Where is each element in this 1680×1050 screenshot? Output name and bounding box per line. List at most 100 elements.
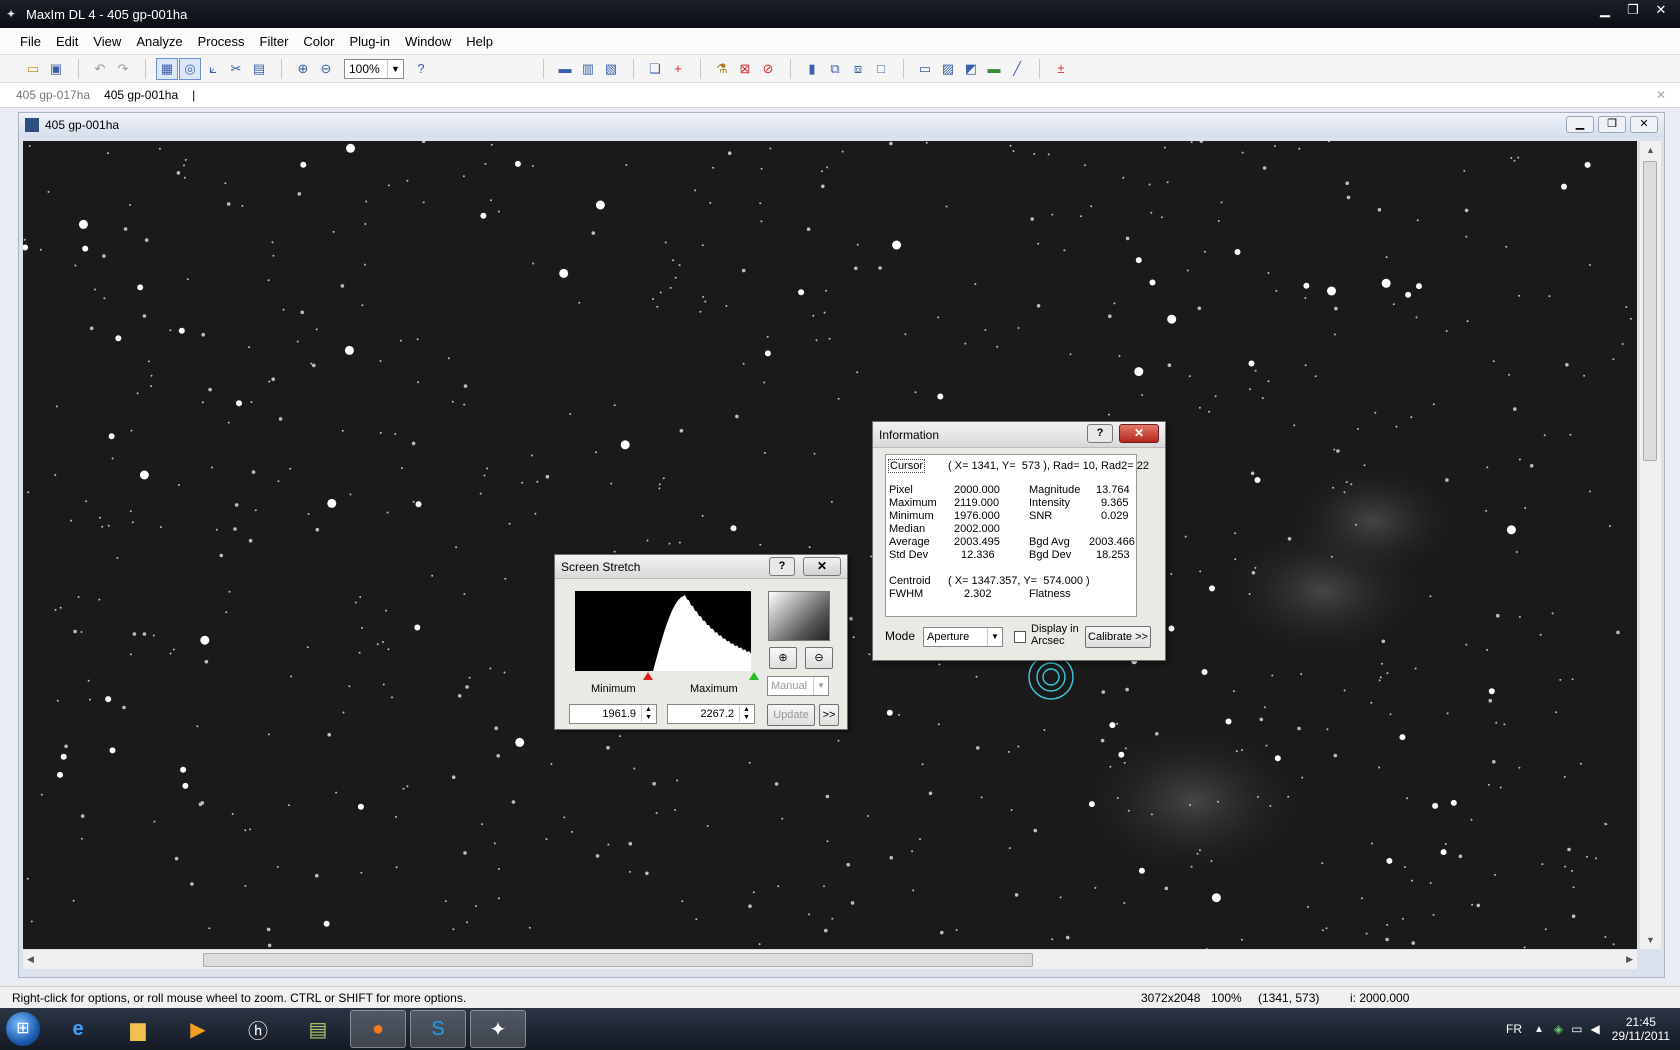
redo-icon[interactable]: ↷	[112, 58, 134, 80]
expand-button[interactable]: >>	[819, 704, 839, 726]
maxim-dl-icon[interactable]: ✦	[470, 1010, 526, 1048]
image-canvas[interactable]	[23, 141, 1637, 949]
maximize-button[interactable]: ❐	[1620, 0, 1646, 20]
child-minimize-button[interactable]: ▁	[1566, 116, 1594, 133]
help-button[interactable]: ?	[769, 557, 795, 576]
copy-icon[interactable]: ❏	[644, 58, 666, 80]
align-icon[interactable]: ⧉	[824, 58, 846, 80]
scroll-down-icon[interactable]: ▼	[1646, 935, 1655, 945]
menu-window[interactable]: Window	[405, 34, 451, 49]
file-explorer-icon[interactable]: ▆	[110, 1010, 166, 1048]
spin-arrows-icon[interactable]: ▲ ▼	[641, 706, 655, 722]
tray-expand-icon[interactable]: ▲	[1534, 1024, 1544, 1035]
horizontal-scrollbar[interactable]: ◀ ▶	[23, 949, 1637, 969]
firefox-icon[interactable]: ●	[350, 1010, 406, 1048]
crosshair-icon[interactable]: +	[667, 58, 689, 80]
volume-icon[interactable]: ◀	[1590, 1022, 1599, 1036]
screen-stretch-icon[interactable]: ▦	[156, 57, 178, 80]
scroll-left-icon[interactable]: ◀	[27, 954, 34, 965]
menu-file[interactable]: File	[20, 34, 41, 49]
menu-color[interactable]: Color	[303, 34, 334, 49]
zoom-out-icon[interactable]: ⊖	[315, 58, 337, 80]
star	[1257, 795, 1259, 798]
star	[828, 337, 831, 340]
stretch-zoom-in-button[interactable]: ⊕	[769, 647, 797, 669]
menu-help[interactable]: Help	[466, 34, 493, 49]
stack-icon[interactable]: ⧈	[847, 58, 869, 80]
close-button[interactable]: ✕	[1648, 0, 1674, 20]
frame-icon[interactable]: □	[870, 58, 892, 80]
tab-405-gp-017ha[interactable]: 405 gp-017ha	[16, 88, 90, 102]
scanner-icon[interactable]: ▤	[290, 1010, 346, 1048]
child-close-button[interactable]: ✕	[1630, 116, 1658, 133]
internet-explorer-icon[interactable]: e	[50, 1010, 106, 1048]
star	[1403, 866, 1406, 868]
crop-icon[interactable]: ✂	[225, 58, 247, 80]
star	[144, 238, 149, 242]
tabs-close-icon[interactable]: ✕	[1656, 88, 1666, 102]
save-icon[interactable]: ▣	[45, 58, 67, 80]
stat-label: Magnitude	[1029, 484, 1081, 496]
image-icon[interactable]: ▨	[937, 58, 959, 80]
properties-icon[interactable]: ▤	[248, 58, 270, 80]
network-icon[interactable]: ▭	[1571, 1022, 1582, 1036]
help-button[interactable]: ?	[1087, 424, 1113, 443]
media-player-icon[interactable]: ▶	[170, 1010, 226, 1048]
menu-view[interactable]: View	[93, 34, 121, 49]
hp-icon[interactable]: ⓗ	[230, 1010, 286, 1048]
camera-icon[interactable]: ▬	[554, 58, 576, 80]
clock[interactable]: 21:45 29/11/2011	[1612, 1015, 1670, 1043]
maximum-input[interactable]: 2267.2 ▲ ▼	[667, 704, 755, 724]
information-icon[interactable]: ◎	[179, 57, 201, 80]
minimize-button[interactable]: ▁	[1592, 0, 1618, 20]
star	[1273, 145, 1276, 147]
menu-plugin[interactable]: Plug-in	[350, 34, 390, 49]
minimum-input[interactable]: 1961.9 ▲ ▼	[569, 704, 657, 724]
menu-edit[interactable]: Edit	[56, 34, 78, 49]
window-icon[interactable]: ▭	[914, 58, 936, 80]
pan-icon[interactable]: ⟀	[202, 58, 224, 80]
menu-process[interactable]: Process	[198, 34, 245, 49]
stretch-mode-select[interactable]: Manual ▼	[767, 676, 829, 696]
scroll-up-icon[interactable]: ▲	[1646, 145, 1655, 155]
tab-405-gp-001ha[interactable]: 405 gp-001ha	[104, 88, 178, 102]
ruler-icon[interactable]: ▬	[983, 58, 1005, 80]
plus-minus-icon[interactable]: ±	[1050, 58, 1072, 80]
language-indicator[interactable]: FR	[1506, 1022, 1522, 1036]
open-icon[interactable]: ▭	[22, 58, 44, 80]
remove-icon[interactable]: ⊘	[757, 58, 779, 80]
horizontal-scroll-thumb[interactable]	[203, 953, 1033, 967]
spin-arrows-icon[interactable]: ▲ ▼	[739, 706, 753, 722]
scroll-right-icon[interactable]: ▶	[1626, 954, 1633, 965]
security-icon[interactable]: ◈	[1554, 1022, 1563, 1036]
curves-icon[interactable]: ◩	[960, 58, 982, 80]
vertical-scroll-thumb[interactable]	[1643, 161, 1657, 461]
histogram-icon[interactable]: ▮	[801, 58, 823, 80]
context-help-icon[interactable]: ?	[410, 58, 432, 80]
mode-select[interactable]: Aperture ▼	[923, 627, 1003, 647]
observatory-icon[interactable]: ▥	[577, 58, 599, 80]
line-profile-icon[interactable]: ╱	[1006, 58, 1028, 80]
stretch-zoom-out-button[interactable]: ⊖	[805, 647, 833, 669]
undo-icon[interactable]: ↶	[89, 58, 111, 80]
max-marker-icon[interactable]	[749, 672, 759, 680]
skype-icon[interactable]: S	[410, 1010, 466, 1048]
star	[431, 574, 434, 577]
start-button[interactable]: ⊞	[0, 1008, 46, 1050]
display-arcsec-checkbox[interactable]	[1014, 631, 1026, 643]
update-button[interactable]: Update	[767, 704, 815, 726]
sequence-icon[interactable]: ▧	[600, 58, 622, 80]
zoom-select[interactable]: 100% ▼	[344, 58, 404, 79]
calibrate-icon[interactable]: ⚗	[711, 58, 733, 80]
calibrate-button[interactable]: Calibrate >>	[1085, 626, 1151, 648]
close-button[interactable]: ✕	[803, 557, 841, 576]
menu-filter[interactable]: Filter	[260, 34, 289, 49]
set-calibration-icon[interactable]: ⊠	[734, 58, 756, 80]
vertical-scrollbar[interactable]: ▲ ▼	[1639, 141, 1661, 949]
min-marker-icon[interactable]	[643, 672, 653, 680]
menu-analyze[interactable]: Analyze	[136, 34, 182, 49]
zoom-in-icon[interactable]: ⊕	[292, 58, 314, 80]
child-restore-button[interactable]: ❐	[1598, 116, 1626, 133]
close-button[interactable]: ✕	[1119, 424, 1159, 443]
star	[422, 201, 425, 204]
